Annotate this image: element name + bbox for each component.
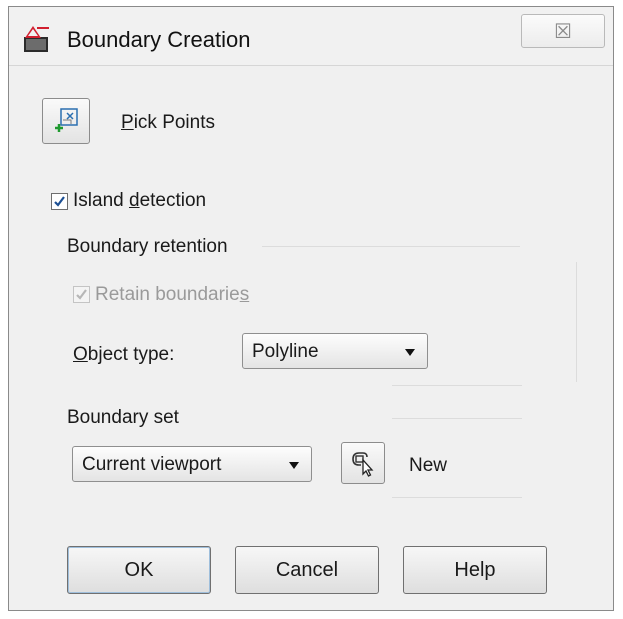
- chevron-down-icon: [405, 349, 415, 356]
- autocad-app-icon: [24, 26, 49, 52]
- title-bar: Boundary Creation ☒: [9, 7, 613, 65]
- new-label: New: [409, 455, 448, 476]
- group-separator: [392, 385, 522, 386]
- pick-points-icon: [55, 108, 78, 132]
- group-separator: [262, 246, 520, 247]
- pick-points-button[interactable]: [42, 98, 90, 144]
- window-title: Boundary Creation: [67, 27, 251, 52]
- close-icon: ☒: [554, 19, 572, 43]
- island-detection-label[interactable]: Island detection: [73, 190, 206, 212]
- pick-points-label[interactable]: Pick Points: [121, 112, 215, 134]
- island-detection-checkbox[interactable]: [51, 193, 68, 210]
- boundary-set-value: Current viewport: [82, 454, 222, 475]
- retain-boundaries-checkbox[interactable]: [73, 286, 90, 303]
- object-type-label: Object type:: [73, 344, 175, 365]
- close-button[interactable]: ☒: [521, 14, 605, 48]
- checkmark-icon: [54, 196, 65, 207]
- select-objects-icon: [352, 452, 374, 477]
- chevron-down-icon: [289, 462, 299, 469]
- boundary-set-dropdown[interactable]: Current viewport: [72, 446, 312, 482]
- group-separator: [392, 418, 522, 419]
- group-separator: [392, 497, 522, 498]
- boundary-creation-dialog: Boundary Creation ☒: [8, 6, 614, 611]
- boundary-set-heading: Boundary set: [67, 407, 179, 428]
- retain-boundaries-label: Retain boundaries: [95, 284, 250, 305]
- boundary-retention-heading: Boundary retention: [67, 236, 228, 257]
- select-new-boundary-set-button[interactable]: [341, 442, 385, 484]
- cancel-button[interactable]: Cancel: [235, 546, 379, 594]
- checkmark-icon: [76, 289, 87, 300]
- object-type-value: Polyline: [252, 341, 319, 362]
- help-button[interactable]: Help: [403, 546, 547, 594]
- object-type-dropdown[interactable]: Polyline: [242, 333, 428, 369]
- group-border-right: [576, 262, 577, 382]
- ok-button[interactable]: OK: [67, 546, 211, 594]
